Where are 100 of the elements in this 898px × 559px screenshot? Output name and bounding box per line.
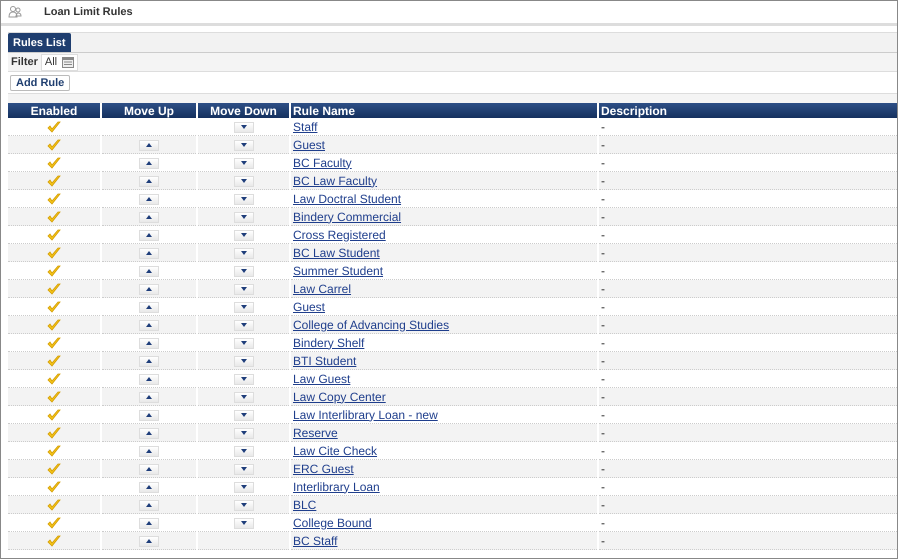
move-down-button[interactable] [234, 302, 254, 313]
rule-name-link[interactable]: BC Staff [293, 534, 338, 548]
up-arrow-icon [146, 467, 152, 472]
add-rule-button[interactable]: Add Rule [10, 74, 70, 90]
move-up-button[interactable] [139, 194, 159, 205]
move-up-button[interactable] [139, 266, 159, 277]
move-up-button[interactable] [139, 446, 159, 457]
move-up-button[interactable] [139, 536, 159, 547]
description-cell: - [601, 480, 605, 494]
rule-name-link[interactable]: College Bound [293, 516, 372, 530]
down-arrow-icon [240, 305, 246, 310]
column-header: Rule Name [291, 103, 597, 118]
rule-name-link[interactable]: Law Cite Check [293, 444, 378, 458]
move-up-button[interactable] [139, 500, 159, 511]
down-arrow-icon [240, 395, 246, 400]
rule-name-link[interactable]: Interlibrary Loan [293, 480, 380, 494]
move-up-button[interactable] [139, 320, 159, 331]
description-cell: - [601, 462, 605, 476]
move-up-button[interactable] [139, 302, 159, 313]
move-up-button[interactable] [139, 158, 159, 169]
move-down-button[interactable] [234, 284, 254, 295]
move-up-button[interactable] [139, 464, 159, 475]
rule-name-link[interactable]: Law Doctral Student [293, 192, 402, 206]
rule-name-link[interactable]: Law Carrel [293, 282, 352, 296]
down-arrow-icon [240, 269, 246, 274]
rule-name-link[interactable]: Bindery Shelf [293, 336, 364, 350]
move-down-button[interactable] [234, 320, 254, 331]
rule-name-link[interactable]: Summer Student [293, 264, 384, 278]
rule-name-link[interactable]: Reserve [293, 426, 338, 440]
down-arrow-icon [240, 251, 246, 256]
up-arrow-icon [146, 503, 152, 508]
column-header: Enabled [8, 103, 100, 118]
move-up-button[interactable] [139, 392, 159, 403]
move-up-button[interactable] [139, 518, 159, 529]
move-down-button[interactable] [234, 338, 254, 349]
down-arrow-icon [240, 413, 246, 418]
move-up-button[interactable] [139, 410, 159, 421]
move-down-button[interactable] [234, 212, 254, 223]
description-cell: - [601, 372, 605, 386]
up-arrow-icon [146, 197, 152, 202]
rule-name-link[interactable]: BTI Student [293, 354, 356, 368]
description-cell: - [601, 246, 605, 260]
up-arrow-icon [146, 287, 152, 292]
description-cell: - [601, 408, 605, 422]
rule-name-link[interactable]: Guest [293, 138, 326, 152]
move-up-button[interactable] [139, 482, 159, 493]
down-arrow-icon [240, 287, 246, 292]
move-down-button[interactable] [234, 410, 254, 421]
move-down-button[interactable] [234, 482, 254, 493]
move-down-button[interactable] [234, 176, 254, 187]
move-down-button[interactable] [234, 122, 254, 133]
down-arrow-icon [240, 143, 246, 148]
description-cell: - [601, 138, 605, 152]
up-arrow-icon [146, 413, 152, 418]
rule-name-link[interactable]: BC Faculty [293, 156, 352, 170]
move-up-button[interactable] [139, 284, 159, 295]
move-up-button[interactable] [139, 212, 159, 223]
move-down-button[interactable] [234, 518, 254, 529]
move-down-button[interactable] [234, 266, 254, 277]
rule-name-link[interactable]: Law Guest [293, 372, 350, 386]
description-cell: - [601, 300, 605, 314]
filter-label: Filter [11, 56, 38, 68]
description-cell: - [601, 264, 605, 278]
move-up-button[interactable] [139, 176, 159, 187]
down-arrow-icon [240, 467, 246, 472]
move-down-button[interactable] [234, 446, 254, 457]
rule-name-link[interactable]: Guest [293, 300, 326, 314]
description-cell: - [601, 498, 605, 512]
rule-name-link[interactable]: Staff [293, 120, 318, 134]
move-down-button[interactable] [234, 140, 254, 151]
rule-name-link[interactable]: BLC [293, 498, 316, 512]
description-cell: - [601, 534, 605, 548]
rule-name-link[interactable]: ERC Guest [293, 462, 354, 476]
move-down-button[interactable] [234, 500, 254, 511]
move-up-button[interactable] [139, 230, 159, 241]
move-up-button[interactable] [139, 338, 159, 349]
move-down-button[interactable] [234, 428, 254, 439]
filter-dropdown[interactable]: All [40, 54, 78, 70]
move-down-button[interactable] [234, 392, 254, 403]
move-down-button[interactable] [234, 158, 254, 169]
down-arrow-icon [240, 323, 246, 328]
rule-name-link[interactable]: Law Interlibrary Loan - new [293, 408, 438, 422]
move-down-button[interactable] [234, 464, 254, 475]
move-down-button[interactable] [234, 194, 254, 205]
move-up-button[interactable] [139, 428, 159, 439]
move-up-button[interactable] [139, 374, 159, 385]
description-cell: - [601, 318, 605, 332]
down-arrow-icon [240, 449, 246, 454]
list-icon [62, 56, 74, 68]
move-up-button[interactable] [139, 356, 159, 367]
move-down-button[interactable] [234, 248, 254, 259]
up-arrow-icon [146, 179, 152, 184]
move-up-button[interactable] [139, 248, 159, 259]
move-up-button[interactable] [139, 140, 159, 151]
rule-name-link[interactable]: Cross Registered [293, 228, 386, 242]
down-arrow-icon [240, 161, 246, 166]
move-down-button[interactable] [234, 356, 254, 367]
move-down-button[interactable] [234, 230, 254, 241]
move-down-button[interactable] [234, 374, 254, 385]
tab[interactable]: Rules List [8, 33, 71, 52]
